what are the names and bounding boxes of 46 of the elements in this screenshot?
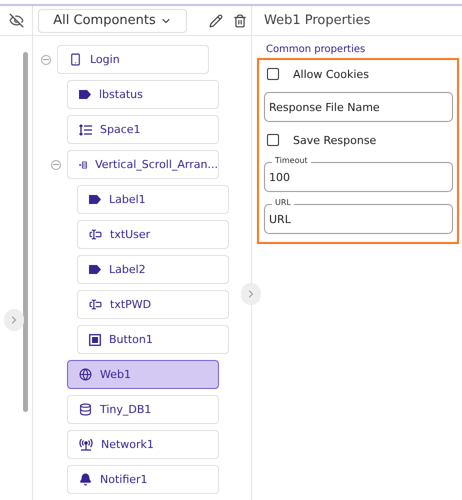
line-spacing-icon <box>79 124 92 136</box>
tree-item[interactable]: Space1 <box>67 115 219 144</box>
tag-icon <box>89 195 101 204</box>
text-field[interactable]: Response File Name <box>264 92 453 122</box>
tree-item[interactable]: Label2 <box>77 255 229 284</box>
network-icon <box>79 438 93 450</box>
text-input-icon <box>89 298 102 311</box>
edit-icon[interactable] <box>209 14 223 28</box>
tree-item[interactable]: Vertical_Scroll_Arran... <box>67 150 219 179</box>
tree-item[interactable]: txtPWD <box>77 290 229 319</box>
tree-item[interactable]: Login <box>57 45 209 74</box>
tag-icon <box>89 265 101 274</box>
button-icon <box>89 334 101 346</box>
tag-icon <box>79 90 91 99</box>
globe-icon <box>79 368 92 381</box>
scrollbar[interactable] <box>22 52 28 412</box>
arrangement-icon <box>79 158 88 170</box>
tree-item[interactable]: lbstatus <box>67 80 219 109</box>
tree-item[interactable]: Notifier1 <box>67 465 219 494</box>
tree-item[interactable]: Button1 <box>77 325 229 354</box>
database-icon <box>79 403 92 416</box>
section-heading: Common properties <box>266 44 366 55</box>
field-label: Timeout <box>272 156 311 166</box>
checkbox-label: Allow Cookies <box>293 68 369 80</box>
panel-title: Web1 Properties <box>252 6 462 36</box>
checkbox[interactable] <box>267 68 279 80</box>
tree-item[interactable]: Network1 <box>67 430 219 459</box>
delete-icon[interactable] <box>233 14 247 28</box>
smartphone-icon <box>69 53 82 66</box>
checkbox[interactable] <box>267 134 279 146</box>
tree-item[interactable]: Web1 <box>67 360 219 389</box>
expand-handle[interactable] <box>241 283 261 305</box>
tree-item[interactable]: Label1 <box>77 185 229 214</box>
text-field[interactable]: URL <box>264 204 453 234</box>
checkbox-label: Save Response <box>293 134 376 146</box>
expand-handle[interactable] <box>4 309 24 331</box>
collapse-toggle[interactable] <box>51 160 61 170</box>
component-filter-dropdown[interactable]: All Components <box>38 8 187 32</box>
tree-item[interactable]: txtUser <box>77 220 229 249</box>
text-field[interactable]: 100 <box>264 162 453 192</box>
text-input-icon <box>89 228 102 241</box>
collapse-toggle[interactable] <box>41 54 51 64</box>
tree-item[interactable]: Tiny_DB1 <box>67 395 219 424</box>
visibility-off-icon[interactable] <box>8 13 24 28</box>
bell-icon <box>79 473 92 486</box>
field-label: URL <box>272 198 294 208</box>
